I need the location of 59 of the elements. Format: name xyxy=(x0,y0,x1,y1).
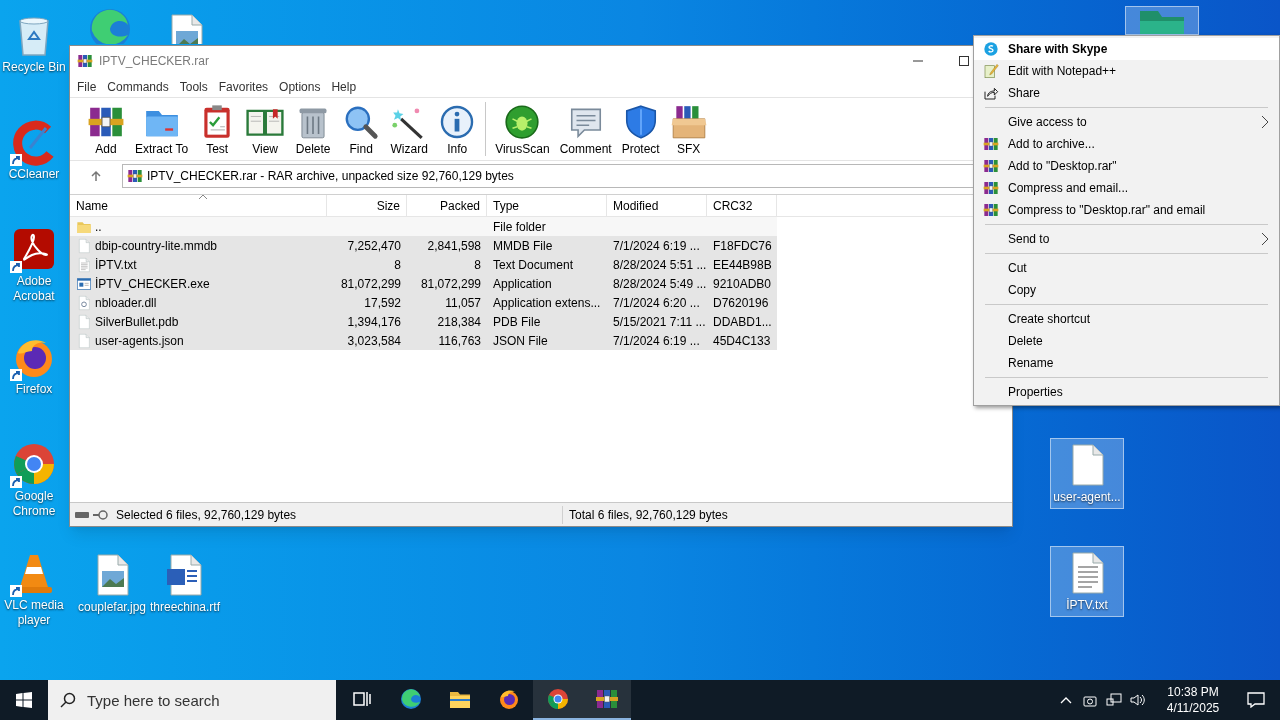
table-cell-text: 45D4C133 xyxy=(713,332,771,350)
table-cell-text: 1,394,176 xyxy=(347,313,401,331)
icon-label: VLC media player xyxy=(3,598,65,628)
table-cell-text: 8 xyxy=(474,256,481,274)
icon-label: İPTV.txt xyxy=(1066,598,1108,613)
table-cell-text: 7/1/2024 6:19 ... xyxy=(613,237,700,255)
date-text: 4/11/2025 xyxy=(1166,700,1220,716)
column-label: Size xyxy=(376,197,400,215)
table-cell-text: 81,072,299 xyxy=(420,275,481,293)
table-cell-text: MMDB File xyxy=(493,237,553,255)
icon-label: threechina.rtf xyxy=(149,600,220,615)
table-cell-text: 8/28/2024 5:51 ... xyxy=(613,256,707,274)
icon-label: Adobe Acrobat xyxy=(12,274,56,304)
table-cell-text: İPTV.txt xyxy=(95,256,137,274)
table-cell-text: SilverBullet.pdb xyxy=(95,313,179,331)
table-cell-text: nbloader.dll xyxy=(95,294,157,312)
table-cell-text: DDABD1... xyxy=(713,313,772,331)
table-cell-text: 81,072,299 xyxy=(340,275,401,293)
column-label: Type xyxy=(493,197,519,215)
table-cell-text: Text Document xyxy=(493,256,574,274)
icon-label: Firefox xyxy=(15,382,53,397)
table-cell-text: F18FDC76 xyxy=(713,237,772,255)
table-cell-text: 3,023,584 xyxy=(347,332,401,350)
table-cell-text: 7,252,470 xyxy=(347,237,401,255)
table-cell-text: .. xyxy=(95,218,102,236)
column-label: CRC32 xyxy=(713,197,753,215)
table-cell-text: D7620196 xyxy=(713,294,769,312)
table-cell-text: 7/1/2024 6:20 ... xyxy=(613,294,700,312)
table-cell-text: File folder xyxy=(493,218,546,236)
table-cell-text: 11,057 xyxy=(445,294,481,312)
icon-label: CCleaner xyxy=(8,167,60,182)
status-text: Selected 6 files, 92,760,129 bytes xyxy=(112,505,563,524)
table-cell-text: dbip-country-lite.mmdb xyxy=(95,237,218,255)
icon-label: user-agent... xyxy=(1053,490,1121,505)
table-cell-text: user-agents.json xyxy=(95,332,184,350)
table-cell-text: 116,763 xyxy=(438,332,481,350)
status-text: Total 6 files, 92,760,129 bytes xyxy=(568,506,728,524)
table-cell-text: 8 xyxy=(394,256,401,274)
column-label: Modified xyxy=(613,197,659,215)
icon-label: couplefar.jpg xyxy=(77,600,147,615)
table-cell-text: 9210ADB0 xyxy=(713,275,772,293)
table-cell-text: 7/1/2024 6:19 ... xyxy=(613,332,700,350)
table-cell-text: 218,384 xyxy=(437,313,481,331)
table-cell-text: JSON File xyxy=(493,332,548,350)
table-cell-text: 8/28/2024 5:49 ... xyxy=(613,275,707,293)
table-cell-text: 2,841,598 xyxy=(427,237,481,255)
table-cell-text: Application extens... xyxy=(493,294,601,312)
table-cell-text: 5/15/2021 7:11 ... xyxy=(613,313,706,331)
table-cell-text: PDB File xyxy=(493,313,541,331)
window-title: IPTV_CHECKER.rar xyxy=(99,53,210,70)
icon-label: Google Chrome xyxy=(11,489,57,519)
table-cell-text: EE44B98B xyxy=(713,256,772,274)
time-text: 10:38 PM xyxy=(1167,684,1219,700)
column-label: Packed xyxy=(439,197,480,215)
table-cell-text: 17,592 xyxy=(364,294,401,312)
table-cell-text: Application xyxy=(493,275,552,293)
icon-label: Recycle Bin xyxy=(2,60,66,75)
table-cell-text: İPTV_CHECKER.exe xyxy=(95,275,210,293)
column-label: Name xyxy=(76,197,108,215)
